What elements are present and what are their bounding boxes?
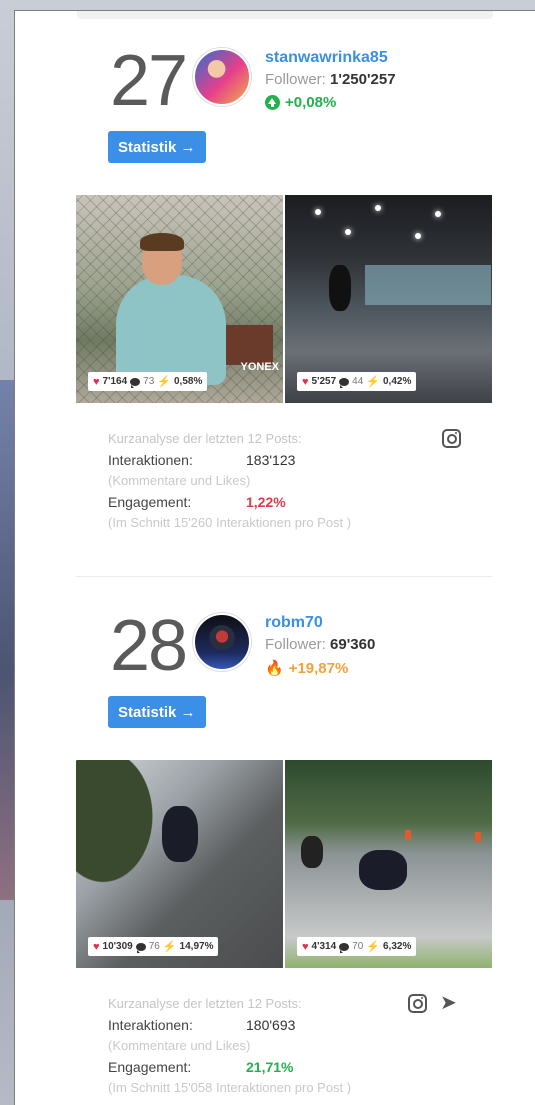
interactions-label: Interaktionen: xyxy=(108,1017,193,1033)
comments-count: 44 xyxy=(352,376,364,387)
heart-icon: ♥ xyxy=(93,375,100,388)
comment-icon xyxy=(339,377,350,388)
follower-value: 69'360 xyxy=(330,636,376,653)
likes-count: 5'257 xyxy=(311,376,337,387)
post-stats-badge: ♥ 7'164 73 ⚡ 0,58% xyxy=(88,372,208,391)
post-gallery: YONEX ♥ 7'164 73 ⚡ 0,58% ♥ 5'257 44 ⚡ 0,… xyxy=(76,195,492,403)
flame-icon: 🔥 xyxy=(265,660,284,677)
comment-icon xyxy=(130,377,141,388)
comments-count: 73 xyxy=(143,376,155,387)
post-analysis: Kurzanalyse der letzten 12 Posts: Intera… xyxy=(108,431,488,530)
engagement-row: Engagement: 1,22% xyxy=(108,494,488,510)
rank-number: 27 xyxy=(110,41,188,121)
engagement-value: 1,22% xyxy=(246,494,286,510)
comment-icon xyxy=(339,942,350,953)
heart-icon: ♥ xyxy=(302,940,309,953)
post-thumbnail[interactable]: ♥ 4'314 70 ⚡ 6,32% xyxy=(285,760,492,968)
telegram-icon[interactable]: ➤ xyxy=(440,990,457,1014)
heart-icon: ♥ xyxy=(302,375,309,388)
avatar[interactable] xyxy=(193,613,251,671)
bolt-icon: ⚡ xyxy=(366,376,380,388)
follower-value: 1'250'257 xyxy=(330,71,396,88)
post-thumbnail[interactable]: ♥ 5'257 44 ⚡ 0,42% xyxy=(285,195,492,403)
post-thumbnail[interactable]: ♥ 10'309 76 ⚡ 14,97% xyxy=(76,760,283,968)
post-thumbnail[interactable]: YONEX ♥ 7'164 73 ⚡ 0,58% xyxy=(76,195,283,403)
interactions-row: Interaktionen: 180'693 xyxy=(108,1017,488,1033)
interactions-row: Interaktionen: 183'123 xyxy=(108,452,488,468)
engagement-rate: 0,42% xyxy=(382,376,412,387)
username-link[interactable]: robm70 xyxy=(265,614,323,632)
change-value: +19,87% xyxy=(288,659,349,677)
follower-count: Follower: 69'360 xyxy=(265,636,375,653)
post-analysis: Kurzanalyse der letzten 12 Posts: Intera… xyxy=(108,996,488,1095)
previous-card-edge xyxy=(77,11,493,19)
statistik-button[interactable]: Statistik → xyxy=(108,696,206,728)
likes-count: 7'164 xyxy=(102,376,128,387)
heart-icon: ♥ xyxy=(93,940,100,953)
post-stats-badge: ♥ 4'314 70 ⚡ 6,32% xyxy=(297,937,417,956)
bolt-icon: ⚡ xyxy=(162,941,177,953)
post-stats-badge: ♥ 5'257 44 ⚡ 0,42% xyxy=(297,372,417,391)
interactions-note: (Kommentare und Likes) xyxy=(108,1038,251,1053)
interactions-value: 183'123 xyxy=(246,452,296,468)
likes-count: 4'314 xyxy=(311,941,337,952)
divider xyxy=(76,576,492,577)
engagement-label: Engagement: xyxy=(108,494,192,510)
bolt-icon: ⚡ xyxy=(157,376,171,388)
interactions-note: (Kommentare und Likes) xyxy=(108,473,251,488)
engagement-note: (Im Schnitt 15'260 Interaktionen pro Pos… xyxy=(108,515,352,530)
arrow-up-circle-icon xyxy=(265,95,280,110)
engagement-row: Engagement: 21,71% xyxy=(108,1059,488,1075)
statistik-button[interactable]: Statistik → xyxy=(108,131,206,163)
follower-change: 🔥 +19,87% xyxy=(265,659,349,678)
ranking-panel: 27 stanwawrinka85 Follower: 1'250'257 +0… xyxy=(14,10,535,1105)
interactions-label: Interaktionen: xyxy=(108,452,193,468)
comment-icon xyxy=(135,942,146,953)
rank-number: 28 xyxy=(110,606,188,686)
analysis-title: Kurzanalyse der letzten 12 Posts: xyxy=(108,996,302,1011)
likes-count: 10'309 xyxy=(102,941,133,952)
interactions-value: 180'693 xyxy=(246,1017,296,1033)
follower-label: Follower: xyxy=(265,71,326,88)
comments-count: 76 xyxy=(148,941,160,952)
engagement-rate: 0,58% xyxy=(173,376,203,387)
engagement-value: 21,71% xyxy=(246,1059,294,1075)
engagement-note: (Im Schnitt 15'058 Interaktionen pro Pos… xyxy=(108,1080,352,1095)
analysis-title: Kurzanalyse der letzten 12 Posts: xyxy=(108,431,302,446)
engagement-label: Engagement: xyxy=(108,1059,192,1075)
engagement-rate: 14,97% xyxy=(179,941,214,952)
engagement-rate: 6,32% xyxy=(382,941,412,952)
comments-count: 70 xyxy=(352,941,364,952)
instagram-icon[interactable] xyxy=(442,429,461,448)
post-stats-badge: ♥ 10'309 76 ⚡ 14,97% xyxy=(88,937,219,956)
follower-label: Follower: xyxy=(265,636,326,653)
change-value: +0,08% xyxy=(285,94,337,111)
photo-text: YONEX xyxy=(240,361,279,373)
follower-count: Follower: 1'250'257 xyxy=(265,71,396,88)
post-gallery: ♥ 10'309 76 ⚡ 14,97% ♥ 4'314 70 ⚡ 6,32% xyxy=(76,760,492,968)
username-link[interactable]: stanwawrinka85 xyxy=(265,49,388,67)
avatar[interactable] xyxy=(193,48,251,106)
follower-change: +0,08% xyxy=(265,94,336,111)
bolt-icon: ⚡ xyxy=(366,941,380,953)
instagram-icon[interactable] xyxy=(408,994,427,1013)
